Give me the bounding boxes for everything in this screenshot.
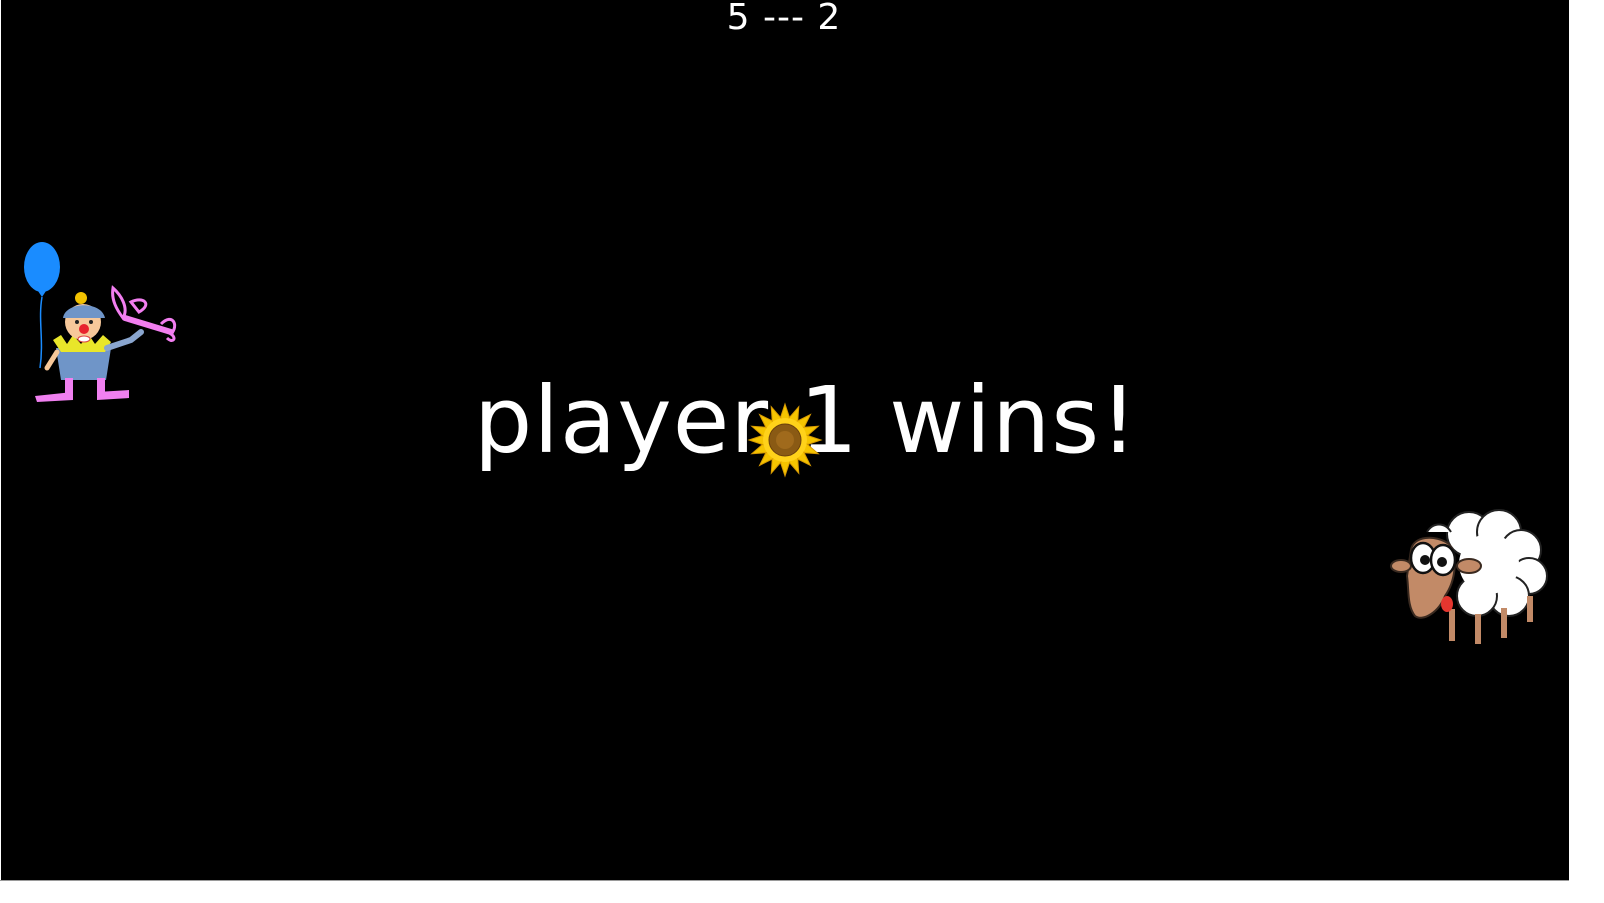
- game-canvas[interactable]: 5 --- 2 player 1 wins!: [1, 0, 1569, 880]
- window-bottom-strip: [0, 880, 1569, 903]
- scoreboard: 5 --- 2: [726, 0, 842, 38]
- window-right-gutter: [1569, 0, 1604, 902]
- game-window: 5 --- 2 player 1 wins!: [0, 0, 1604, 903]
- sunflower-ball-icon: [747, 402, 823, 478]
- player2-sheep-icon: [1390, 509, 1548, 644]
